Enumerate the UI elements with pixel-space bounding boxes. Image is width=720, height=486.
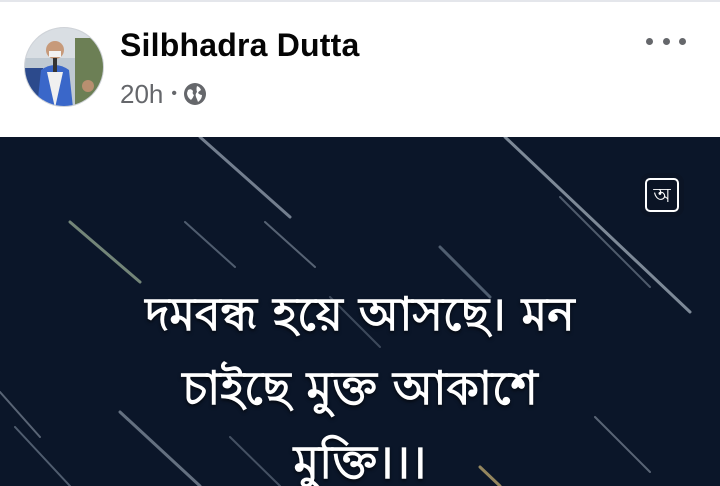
meta-separator: •: [171, 85, 177, 102]
quote-line: মুক্তি।।।: [293, 435, 427, 486]
globe-icon[interactable]: [183, 82, 207, 106]
avatar-image: [25, 28, 103, 106]
post-image[interactable]: অ দমবন্ধ হয়ে আসছে। মন চাইছে মুক্ত আকাশে…: [0, 137, 720, 486]
quote-text: দমবন্ধ হয়ে আসছে। মন চাইছে মুক্ত আকাশে ম…: [0, 277, 720, 486]
dot: [662, 37, 670, 45]
dot: [646, 37, 653, 45]
quote-line: দমবন্ধ হয়ে আসছে। মন: [145, 287, 575, 341]
more-options-icon[interactable]: [646, 28, 686, 54]
dot: [679, 37, 686, 45]
post-meta: 20h •: [120, 78, 207, 110]
translate-button[interactable]: অ: [640, 173, 684, 217]
author-name[interactable]: Silbhadra Dutta: [120, 27, 359, 64]
avatar[interactable]: [24, 27, 104, 107]
post-header: Silbhadra Dutta 20h •: [0, 0, 720, 137]
translate-icon: অ: [645, 178, 679, 212]
divider: [0, 0, 720, 2]
quote-line: চাইছে মুক্ত আকাশে: [182, 361, 538, 415]
facebook-post: Silbhadra Dutta 20h • অ দমবন্ধ হয়ে আসছে…: [0, 0, 720, 486]
post-timestamp[interactable]: 20h: [120, 79, 163, 110]
